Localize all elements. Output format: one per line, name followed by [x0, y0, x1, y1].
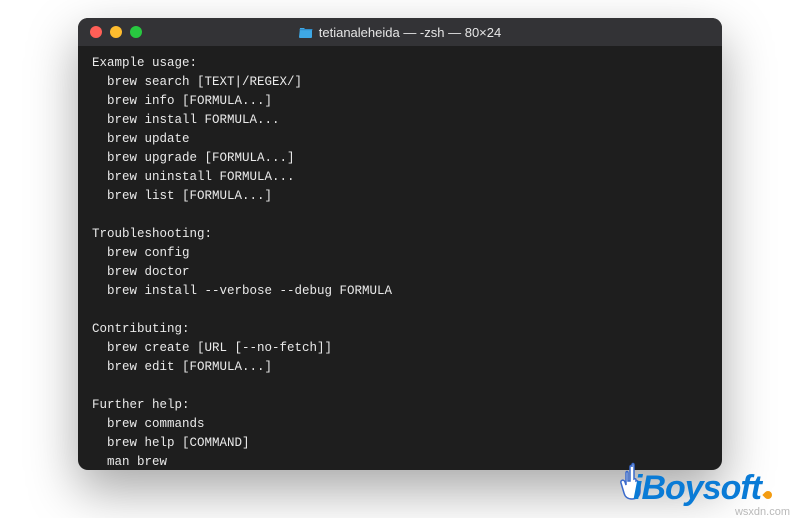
- brand-dot-icon: [762, 489, 773, 500]
- titlebar: tetianaleheida — -zsh — 80×24: [78, 18, 722, 46]
- window-title: tetianaleheida — -zsh — 80×24: [319, 25, 501, 40]
- traffic-lights: [78, 26, 142, 38]
- terminal-window: tetianaleheida — -zsh — 80×24 Example us…: [78, 18, 722, 470]
- close-button[interactable]: [90, 26, 102, 38]
- brand-prefix: i: [633, 469, 641, 508]
- site-watermark: wsxdn.com: [735, 506, 790, 518]
- terminal-output-area[interactable]: Example usage: brew search [TEXT|/REGEX/…: [78, 46, 722, 470]
- terminal-output: Example usage: brew search [TEXT|/REGEX/…: [92, 56, 392, 470]
- brand-rest: Boysoft: [641, 469, 761, 508]
- home-folder-icon: [299, 26, 313, 38]
- minimize-button[interactable]: [110, 26, 122, 38]
- title-content: tetianaleheida — -zsh — 80×24: [78, 25, 722, 40]
- brand-watermark: iBoysoft: [633, 469, 772, 508]
- maximize-button[interactable]: [130, 26, 142, 38]
